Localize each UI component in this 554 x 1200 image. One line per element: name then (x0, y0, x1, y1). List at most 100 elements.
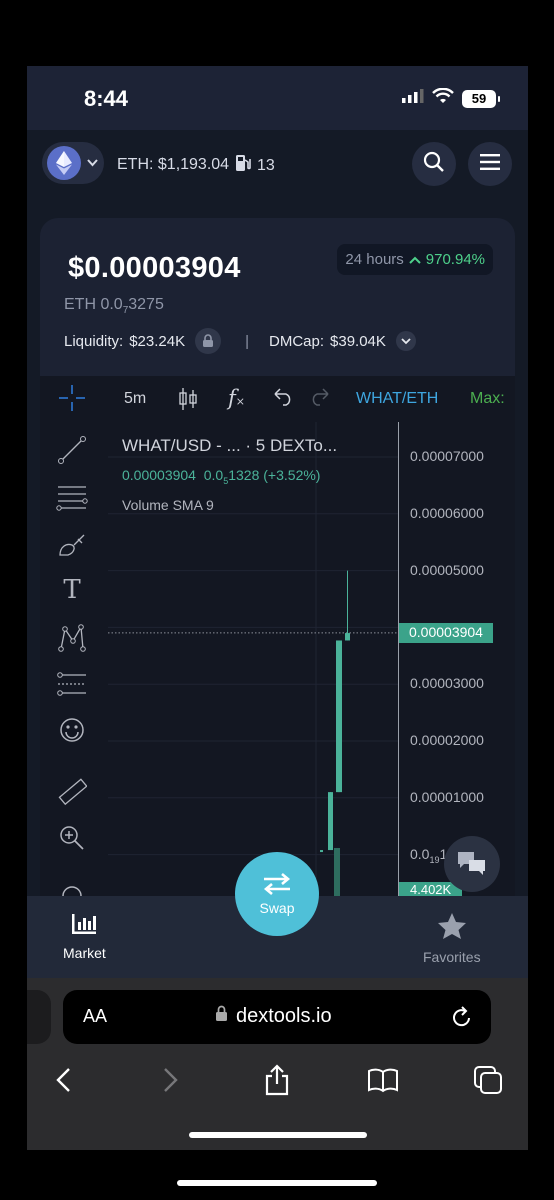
gas-price: 13 (235, 154, 275, 177)
y-tick-label: 0.00003000 (410, 675, 484, 692)
change-24h-badge[interactable]: 24 hours 970.94% (337, 244, 493, 275)
swap-button[interactable]: Swap (235, 852, 319, 936)
search-icon (423, 151, 445, 178)
chat-icon (455, 848, 489, 881)
y-tick-zero-count: 19 (429, 854, 440, 865)
lock-icon[interactable] (195, 328, 222, 354)
eth-price: ETH: $1,193.04 (117, 156, 230, 173)
change-period-label: 24 hours (345, 251, 404, 268)
text-tool-icon[interactable]: T (56, 574, 88, 606)
chevron-down-icon (87, 156, 98, 170)
pair-tab[interactable]: WHAT/ETH (356, 390, 438, 408)
top-bar: ETH: $1,193.04 13 (27, 130, 528, 216)
swap-label: Swap (259, 899, 295, 916)
chart-toolbar: 5m f× WHAT/ETH Max: (40, 376, 515, 422)
eth-price-suffix: 3275 (128, 296, 164, 313)
browser-chrome: AA dextools.io (27, 978, 528, 1150)
chat-button[interactable] (444, 836, 500, 892)
address-bar[interactable]: AA dextools.io (63, 990, 491, 1044)
bookmarks-icon[interactable] (365, 1062, 401, 1098)
zoom-in-icon[interactable] (56, 822, 88, 854)
pattern-tool-icon[interactable] (56, 622, 88, 654)
liquidity-row: Liquidity: $23.24K | DMCap: $39.04K (64, 328, 416, 354)
chart-legend-title: WHAT/USD - ... · 5 DEXTo... (122, 436, 338, 455)
volume-legend: Volume SMA 9 (122, 497, 214, 513)
status-bar: 8:44 59 (27, 66, 528, 130)
eth-price-prefix: ETH 0.0 (64, 296, 123, 313)
status-time: 8:44 (84, 86, 129, 111)
ruler-icon[interactable] (56, 776, 88, 808)
y-tick-prefix: 0.0 (410, 845, 430, 862)
fib-retracement-icon[interactable] (56, 482, 88, 514)
gas-pump-icon (235, 154, 251, 177)
chart-legend-ohlc: 0.00003904 0.051328 (+3.52%) (122, 467, 320, 486)
candle-style-icon[interactable] (178, 387, 198, 416)
dmcap-dropdown-button[interactable] (395, 331, 416, 351)
forecast-tool-icon[interactable] (56, 668, 88, 700)
hamburger-icon (480, 153, 500, 175)
y-tick-label: 0.00005000 (410, 561, 484, 578)
search-button[interactable] (412, 142, 456, 186)
nav-market-label: Market (63, 945, 106, 961)
candle (345, 633, 350, 641)
candle (336, 640, 342, 793)
x-icon: × (235, 395, 245, 408)
trend-line-icon[interactable] (56, 434, 88, 466)
previous-tab[interactable] (27, 990, 51, 1044)
legend-change-suffix: 1328 (+3.52%) (228, 467, 321, 483)
browser-toolbar (27, 1062, 528, 1102)
liquidity-label: Liquidity: (64, 332, 124, 350)
status-icons: 59 (402, 87, 500, 109)
phone-screen: 8:44 59 ETH: $1,193.04 13 $0.00003904 ET… (27, 66, 528, 1150)
change-value: 970.94% (425, 251, 485, 268)
share-icon[interactable] (259, 1062, 295, 1098)
menu-button[interactable] (468, 142, 512, 186)
redo-icon[interactable] (308, 388, 330, 411)
y-tick-label: 0.00007000 (410, 448, 484, 464)
legend-price: 0.00003904 (122, 467, 196, 483)
timeframe-selector[interactable]: 5m (124, 390, 146, 408)
y-tick-label: 0.00006000 (410, 504, 484, 521)
token-card: $0.00003904 ETH 0.073275 24 hours 970.94… (40, 218, 515, 918)
legend-change-prefix: 0.0 (203, 467, 224, 483)
chain-selector[interactable] (42, 142, 104, 184)
y-tick-label: 0.0191 (410, 846, 447, 865)
candle (320, 850, 323, 853)
signal-icon (402, 89, 424, 108)
nav-favorites-label: Favorites (423, 949, 481, 965)
back-icon[interactable] (45, 1062, 81, 1098)
price-chart[interactable]: 5m f× WHAT/ETH Max: T WHAT/USD - ... · 5… (40, 376, 515, 918)
y-tick-label: 0.00002000 (410, 732, 484, 748)
emoji-icon[interactable] (56, 714, 88, 746)
wifi-icon (432, 87, 454, 109)
forward-icon[interactable] (153, 1062, 189, 1098)
tabs-icon[interactable] (470, 1062, 506, 1098)
outer-home-indicator (177, 1180, 377, 1186)
dmcap-value: $39.04K (330, 332, 386, 350)
brush-icon[interactable] (56, 530, 88, 562)
token-price-eth: ETH 0.073275 (64, 296, 164, 316)
nav-favorites[interactable]: Favorites (423, 912, 481, 965)
ethereum-icon (47, 146, 81, 180)
indicators-label: f (228, 386, 236, 410)
url-text: dextools.io (236, 1005, 332, 1027)
indicators-button[interactable]: f× (228, 386, 245, 410)
reload-icon[interactable] (451, 1005, 473, 1034)
lock-icon (215, 1005, 228, 1028)
token-price-usd: $0.00003904 (68, 252, 241, 284)
reader-mode-button[interactable]: AA (83, 1006, 107, 1027)
dmcap-label: DMCap: (269, 332, 325, 350)
swap-arrows-icon (262, 872, 292, 898)
arrow-up-icon (409, 251, 421, 268)
nav-market[interactable]: Market (63, 912, 106, 961)
home-indicator (189, 1132, 367, 1138)
undo-icon[interactable] (273, 388, 295, 411)
gas-value: 13 (257, 156, 275, 174)
battery-indicator: 59 (462, 89, 500, 108)
url-display[interactable]: dextools.io (215, 1005, 332, 1028)
y-tick-label: 0.00001000 (410, 788, 484, 805)
star-icon (437, 912, 467, 943)
last-price-label: 0.00003904 (399, 622, 493, 643)
divider: | (245, 332, 249, 350)
max-tab[interactable]: Max: (470, 390, 505, 408)
